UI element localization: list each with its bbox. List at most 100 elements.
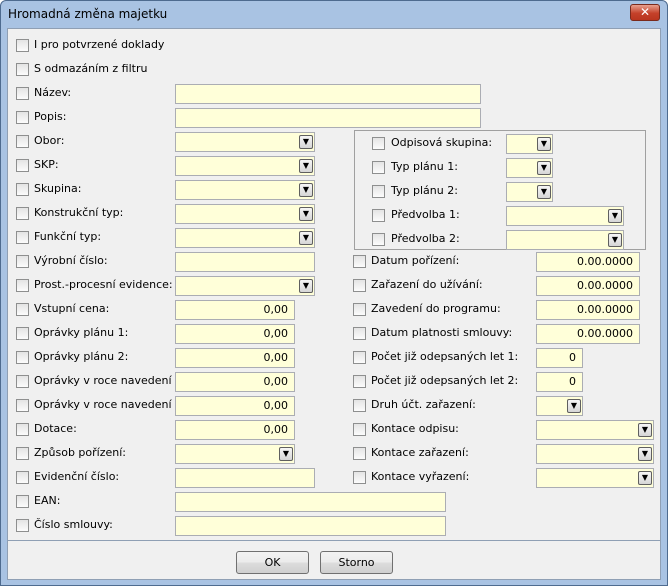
chevron-down-icon[interactable]: ▼ [537, 185, 551, 199]
button-bar: OK Storno [7, 541, 661, 580]
group-combo[interactable]: ▼ [175, 180, 315, 200]
plan1-combo[interactable]: ▼ [506, 158, 553, 178]
checkbox-disc-contact[interactable] [353, 471, 366, 484]
plan1-label: Typ plánu 1: [391, 160, 458, 173]
years2-input[interactable]: 0 [536, 372, 583, 392]
contract-date-input[interactable]: 0.00.0000 [536, 324, 640, 344]
corr-year1-input[interactable]: 0,00 [175, 372, 295, 392]
chevron-down-icon[interactable]: ▼ [299, 279, 313, 293]
prog-date-input[interactable]: 0.00.0000 [536, 300, 640, 320]
chevron-down-icon[interactable]: ▼ [299, 231, 313, 245]
chevron-down-icon[interactable]: ▼ [608, 209, 622, 223]
chevron-down-icon[interactable]: ▼ [567, 399, 581, 413]
name-input[interactable] [175, 84, 481, 104]
plan2-combo[interactable]: ▼ [506, 182, 553, 202]
checkbox-field[interactable] [16, 135, 29, 148]
chevron-down-icon[interactable]: ▼ [299, 207, 313, 221]
chevron-down-icon[interactable]: ▼ [608, 233, 622, 247]
checkbox-pre2[interactable] [372, 233, 385, 246]
corr2-input[interactable]: 0,00 [175, 348, 295, 368]
checkbox-plan1[interactable] [372, 161, 385, 174]
checkbox-subsidy[interactable] [16, 423, 29, 436]
subsidy-input[interactable]: 0,00 [175, 420, 295, 440]
use-date-input[interactable]: 0.00.0000 [536, 276, 640, 296]
years2-label: Počet již odepsaných let 2: [371, 374, 519, 387]
checkbox-years2[interactable] [353, 375, 366, 388]
checkbox-corr1[interactable] [16, 327, 29, 340]
ean-input[interactable] [175, 492, 446, 512]
desc-input[interactable] [175, 108, 481, 128]
checkbox-dep-contact[interactable] [353, 423, 366, 436]
chevron-down-icon[interactable]: ▼ [299, 159, 313, 173]
checkbox-desc[interactable] [16, 111, 29, 124]
checkbox-acq-date[interactable] [353, 255, 366, 268]
pre2-combo[interactable]: ▼ [506, 230, 624, 250]
dep-group-combo[interactable]: ▼ [506, 134, 553, 154]
serial-input[interactable] [175, 252, 315, 272]
skp-combo[interactable]: ▼ [175, 156, 315, 176]
dep-contact-combo[interactable]: ▼ [536, 420, 654, 440]
title-bar[interactable]: Hromadná změna majetku ✕ [1, 1, 667, 28]
chevron-down-icon[interactable]: ▼ [299, 183, 313, 197]
checkbox-evid[interactable] [16, 471, 29, 484]
ok-button[interactable]: OK [236, 551, 309, 574]
chevron-down-icon[interactable]: ▼ [537, 137, 551, 151]
chevron-down-icon[interactable]: ▼ [638, 471, 652, 485]
chevron-down-icon[interactable]: ▼ [638, 447, 652, 461]
pre1-combo[interactable]: ▼ [506, 206, 624, 226]
inc-contact-combo[interactable]: ▼ [536, 444, 654, 464]
checkbox-use-date[interactable] [353, 279, 366, 292]
chevron-down-icon[interactable]: ▼ [537, 161, 551, 175]
checkbox-inc-contact[interactable] [353, 447, 366, 460]
acqmode-combo[interactable]: ▼ [175, 444, 295, 464]
contract-date-label: Datum platnosti smlouvy: [371, 326, 513, 339]
checkbox-corr2[interactable] [16, 351, 29, 364]
checkbox-only-confirmed[interactable] [16, 39, 29, 52]
contract-input[interactable] [175, 516, 446, 536]
pre1-label: Předvolba 1: [391, 208, 460, 221]
checkbox-inprice[interactable] [16, 303, 29, 316]
chevron-down-icon[interactable]: ▼ [638, 423, 652, 437]
contract-label: Číslo smlouvy: [34, 518, 113, 531]
corr-year2-input[interactable]: 0,00 [175, 396, 295, 416]
checkbox-dep-group[interactable] [372, 137, 385, 150]
prostevid-combo[interactable]: ▼ [175, 276, 315, 296]
checkbox-corr-year2[interactable] [16, 399, 29, 412]
acq-date-input[interactable]: 0.00.0000 [536, 252, 640, 272]
checkbox-ean[interactable] [16, 495, 29, 508]
checkbox-with-filter[interactable] [16, 63, 29, 76]
corr1-input[interactable]: 0,00 [175, 324, 295, 344]
checkbox-name[interactable] [16, 87, 29, 100]
acct-kind-combo[interactable]: ▼ [536, 396, 583, 416]
checkbox-acct-kind[interactable] [353, 399, 366, 412]
years1-input[interactable]: 0 [536, 348, 583, 368]
checkbox-pre1[interactable] [372, 209, 385, 222]
disc-contact-combo[interactable]: ▼ [536, 468, 654, 488]
checkbox-years1[interactable] [353, 351, 366, 364]
checkbox-constr[interactable] [16, 207, 29, 220]
checkbox-serial[interactable] [16, 255, 29, 268]
checkbox-prostevid[interactable] [16, 279, 29, 292]
checkbox-contract-date[interactable] [353, 327, 366, 340]
constr-combo[interactable]: ▼ [175, 204, 315, 224]
checkbox-skp[interactable] [16, 159, 29, 172]
field-combo[interactable]: ▼ [175, 132, 315, 152]
close-button[interactable]: ✕ [630, 4, 660, 21]
evid-input[interactable] [175, 468, 315, 488]
cancel-button[interactable]: Storno [320, 551, 393, 574]
checkbox-func[interactable] [16, 231, 29, 244]
checkbox-prog-date[interactable] [353, 303, 366, 316]
chevron-down-icon[interactable]: ▼ [299, 135, 313, 149]
chevron-down-icon[interactable]: ▼ [279, 447, 293, 461]
acqmode-label: Způsob pořízení: [34, 446, 126, 459]
func-combo[interactable]: ▼ [175, 228, 315, 248]
corr1-label: Oprávky plánu 1: [34, 326, 129, 339]
checkbox-acqmode[interactable] [16, 447, 29, 460]
checkbox-corr-year1[interactable] [16, 375, 29, 388]
checkbox-group[interactable] [16, 183, 29, 196]
checkbox-contract[interactable] [16, 519, 29, 532]
prog-date-label: Zavedení do programu: [371, 302, 501, 315]
checkbox-plan2[interactable] [372, 185, 385, 198]
acq-date-label: Datum pořízení: [371, 254, 460, 267]
inprice-input[interactable]: 0,00 [175, 300, 295, 320]
